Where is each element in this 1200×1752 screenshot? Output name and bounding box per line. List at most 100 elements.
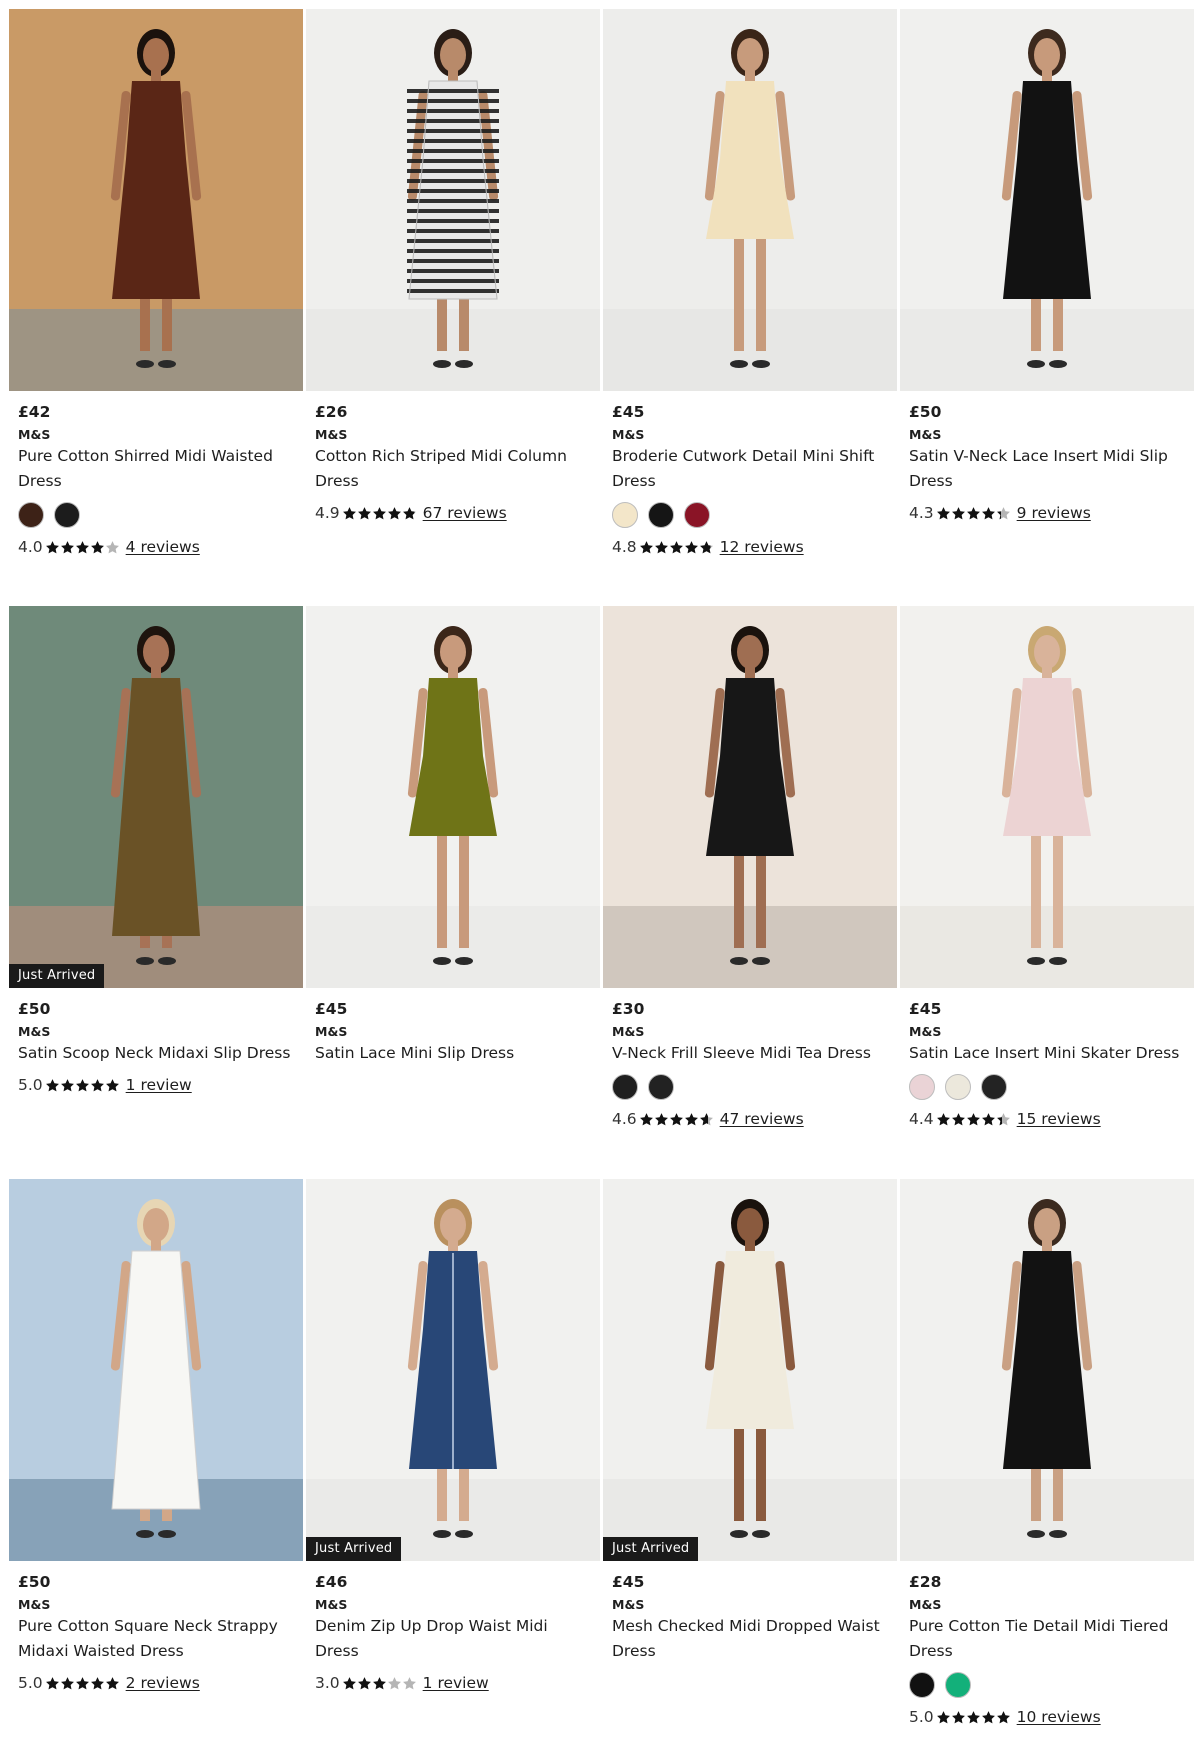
star-icon [60,1676,74,1689]
star-icon [966,1710,980,1723]
colour-swatches [612,502,888,528]
product-title-link[interactable]: Pure Cotton Square Neck Strappy Midaxi W… [18,1614,294,1664]
star-icon [936,1710,950,1723]
product-image[interactable] [603,9,897,391]
star-icon [996,1112,1010,1125]
product-image[interactable] [306,9,600,391]
colour-swatch[interactable] [981,1074,1007,1100]
product-image[interactable] [9,9,303,391]
reviews-link[interactable]: 1 review [423,1673,489,1693]
product-image[interactable] [900,9,1194,391]
product-card[interactable]: Just Arrived £45 M&S Mesh Checked Midi Drop… [603,1179,897,1739]
product-card[interactable]: £30 M&S V-Neck Frill Sleeve Midi Tea Dress… [603,606,897,1179]
product-card[interactable]: Just Arrived £46 M&S Denim Zip Up Drop Wais… [306,1179,600,1739]
colour-swatch[interactable] [648,502,674,528]
product-image[interactable] [900,1179,1194,1561]
product-rating: 4.8 12 reviews [612,537,888,557]
product-title-link[interactable]: Satin Lace Mini Slip Dress [315,1041,591,1066]
reviews-link[interactable]: 10 reviews [1017,1707,1101,1727]
colour-swatch[interactable] [612,1074,638,1100]
rating-stars [936,506,1011,521]
star-icon [951,1112,965,1125]
star-icon [966,506,980,519]
product-rating: 5.0 10 reviews [909,1707,1185,1727]
star-icon [402,506,416,519]
colour-swatch[interactable] [612,502,638,528]
product-card[interactable]: £28 M&S Pure Cotton Tie Detail Midi Tiered… [900,1179,1194,1739]
product-title-link[interactable]: Denim Zip Up Drop Waist Midi Dress [315,1614,591,1664]
product-title-link[interactable]: Pure Cotton Shirred Midi Waisted Dress [18,444,294,494]
product-info: £50 M&S Satin V-Neck Lace Insert Midi Slip… [900,391,1194,523]
product-image[interactable]: Just Arrived [603,1179,897,1561]
star-icon [654,1112,668,1125]
reviews-link[interactable]: 4 reviews [126,537,200,557]
model-photo [306,1179,600,1561]
colour-swatch[interactable] [684,502,710,528]
product-image[interactable]: Just Arrived [306,1179,600,1561]
star-icon [105,1078,119,1091]
star-icon [75,540,89,553]
colour-swatch[interactable] [945,1672,971,1698]
star-icon [105,540,119,553]
product-info: £45 M&S Satin Lace Mini Slip Dress [306,988,600,1066]
product-image[interactable] [9,1179,303,1561]
product-info: £46 M&S Denim Zip Up Drop Waist Midi Dress… [306,1561,600,1693]
product-card[interactable]: £45 M&S Satin Lace Mini Slip Dress [306,606,600,1179]
star-icon [936,1112,950,1125]
product-card[interactable]: £50 M&S Satin V-Neck Lace Insert Midi Slip… [900,9,1194,606]
reviews-link[interactable]: 15 reviews [1017,1109,1101,1129]
product-image[interactable] [306,606,600,988]
star-icon [372,506,386,519]
star-icon [60,540,74,553]
colour-swatch[interactable] [54,502,80,528]
product-rating: 4.9 67 reviews [315,503,591,523]
product-rating: 5.0 1 review [18,1075,294,1095]
product-title-link[interactable]: Cotton Rich Striped Midi Column Dress [315,444,591,494]
product-info: £45 M&S Broderie Cutwork Detail Mini Shift… [603,391,897,557]
product-title-link[interactable]: Satin Scoop Neck Midaxi Slip Dress [18,1041,294,1066]
star-icon [699,1112,713,1125]
product-image[interactable] [900,606,1194,988]
reviews-link[interactable]: 9 reviews [1017,503,1091,523]
product-title-link[interactable]: V-Neck Frill Sleeve Midi Tea Dress [612,1041,888,1066]
product-title-link[interactable]: Satin V-Neck Lace Insert Midi Slip Dress [909,444,1185,494]
reviews-link[interactable]: 12 reviews [720,537,804,557]
product-grid: £42 M&S Pure Cotton Shirred Midi Waisted D… [9,9,1194,1739]
product-info: £45 M&S Mesh Checked Midi Dropped Waist Dr… [603,1561,897,1664]
product-card[interactable]: £45 M&S Broderie Cutwork Detail Mini Shift… [603,9,897,606]
star-icon [60,1078,74,1091]
colour-swatch[interactable] [909,1672,935,1698]
product-title-link[interactable]: Broderie Cutwork Detail Mini Shift Dress [612,444,888,494]
star-icon [402,1676,416,1689]
rating-stars [45,540,120,555]
product-card[interactable]: £50 M&S Pure Cotton Square Neck Strappy Mi… [9,1179,303,1739]
product-card[interactable]: Just Arrived £50 M&S Satin Scoop Neck Midax… [9,606,303,1179]
rating-stars [639,1112,714,1127]
product-card[interactable]: £45 M&S Satin Lace Insert Mini Skater Dres… [900,606,1194,1179]
reviews-link[interactable]: 2 reviews [126,1673,200,1693]
product-card[interactable]: £42 M&S Pure Cotton Shirred Midi Waisted D… [9,9,303,606]
star-icon [75,1078,89,1091]
product-price: £26 [315,403,348,421]
colour-swatch[interactable] [648,1074,674,1100]
product-title-link[interactable]: Pure Cotton Tie Detail Midi Tiered Dress [909,1614,1185,1664]
model-photo [900,9,1194,391]
product-image[interactable]: Just Arrived [9,606,303,988]
product-brand: M&S [612,1024,645,1039]
rating-stars [936,1112,1011,1127]
colour-swatch[interactable] [909,1074,935,1100]
colour-swatch[interactable] [18,502,44,528]
product-title-link[interactable]: Satin Lace Insert Mini Skater Dress [909,1041,1185,1066]
product-rating: 4.3 9 reviews [909,503,1185,523]
product-info: £28 M&S Pure Cotton Tie Detail Midi Tiered… [900,1561,1194,1727]
rating-score: 4.6 [612,1110,637,1128]
reviews-link[interactable]: 47 reviews [720,1109,804,1129]
reviews-link[interactable]: 1 review [126,1075,192,1095]
product-info: £30 M&S V-Neck Frill Sleeve Midi Tea Dress… [603,988,897,1129]
product-card[interactable]: £26 M&S Cotton Rich Striped Midi Column Dr… [306,9,600,606]
product-image[interactable] [603,606,897,988]
product-title-link[interactable]: Mesh Checked Midi Dropped Waist Dress [612,1614,888,1664]
star-icon [342,1676,356,1689]
colour-swatch[interactable] [945,1074,971,1100]
reviews-link[interactable]: 67 reviews [423,503,507,523]
